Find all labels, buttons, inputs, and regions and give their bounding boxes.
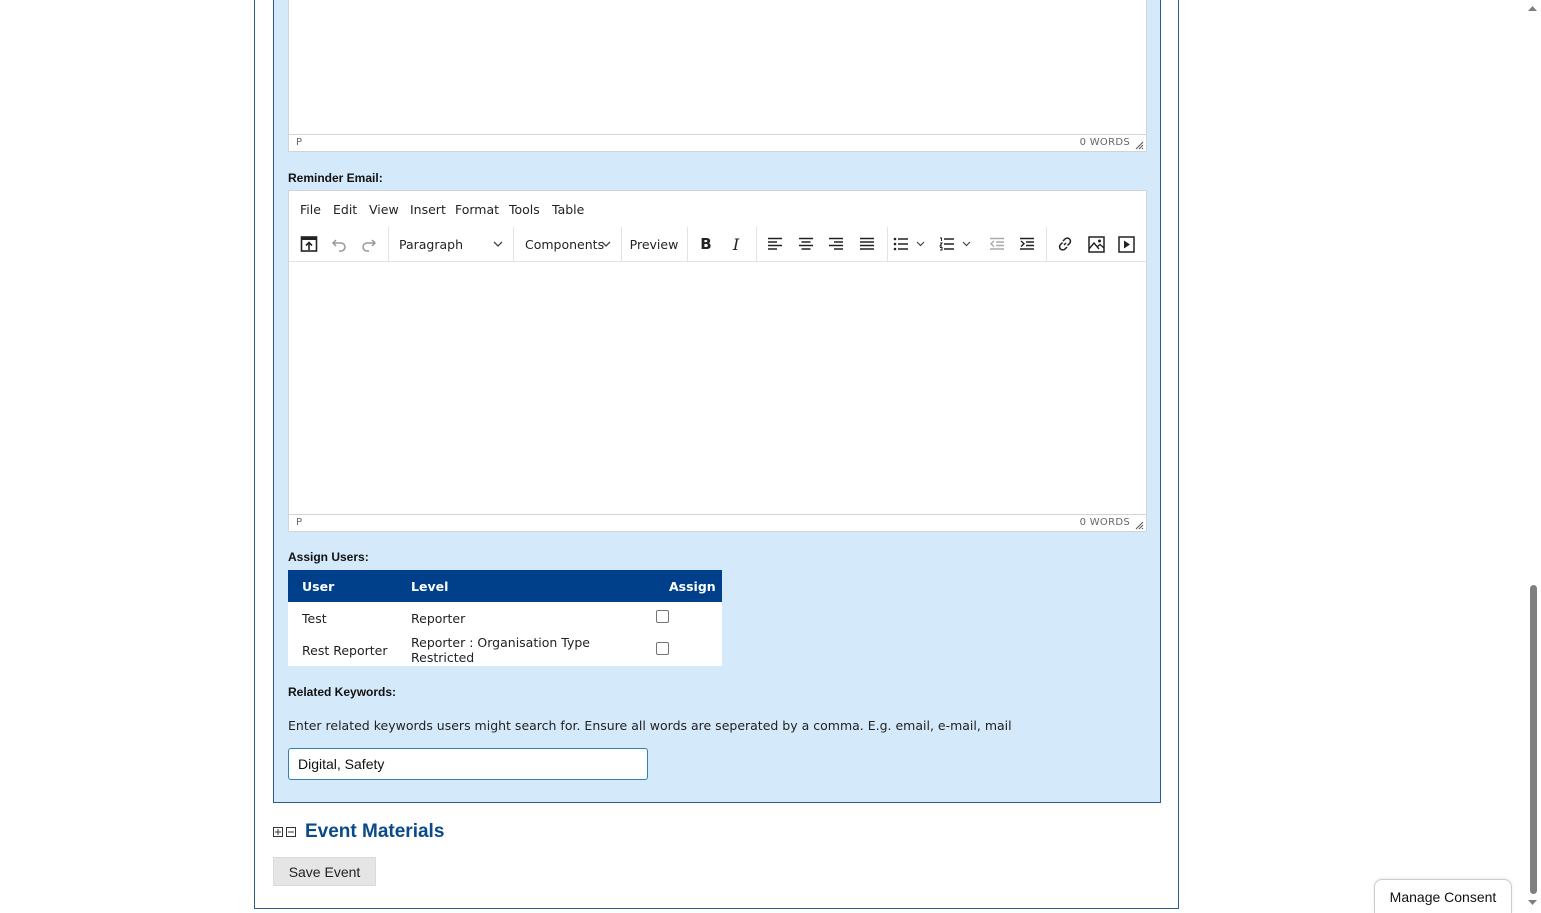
undo-button[interactable] [326, 231, 352, 257]
menu-edit[interactable]: Edit [333, 202, 357, 217]
justify-button[interactable] [854, 231, 880, 257]
table-row: Rest Reporter Reporter : Organisation Ty… [288, 634, 722, 666]
toolbar-separator [1046, 227, 1047, 261]
toolbar-separator [621, 227, 622, 261]
numbered-list-icon [939, 237, 954, 251]
resize-handle-icon[interactable] [1135, 141, 1144, 150]
outdent-icon [989, 237, 1004, 250]
column-header-level: Level [397, 570, 655, 602]
table-row: Test Reporter [288, 602, 722, 634]
indent-icon [1020, 237, 1034, 250]
editor-statusbar: P 0 WORDS [289, 514, 1146, 531]
collapse-icon[interactable] [286, 827, 296, 837]
element-path[interactable]: P [296, 517, 302, 528]
menu-table[interactable]: Table [552, 202, 584, 217]
insert-link-button[interactable] [1052, 231, 1078, 257]
save-event-button[interactable]: Save Event [273, 857, 376, 886]
toolbar-separator [756, 227, 757, 261]
insert-image-button[interactable] [1083, 231, 1109, 257]
insert-media-button[interactable] [1113, 231, 1139, 257]
bold-icon: B [700, 235, 712, 253]
image-icon [1087, 235, 1105, 253]
keywords-help-text: Enter related keywords users might searc… [288, 718, 1012, 733]
media-icon [1117, 235, 1135, 253]
numbered-list-button[interactable] [939, 231, 981, 257]
assign-users-label: Assign Users: [288, 550, 369, 564]
expand-icon[interactable] [273, 827, 283, 837]
assign-cell [655, 602, 722, 634]
editor-toolbar: Paragraph Components Preview B I [289, 227, 1146, 262]
toolbar-separator [887, 227, 888, 261]
manage-consent-button[interactable]: Manage Consent [1374, 879, 1512, 913]
align-center-icon [799, 237, 813, 250]
redo-button[interactable] [356, 231, 382, 257]
menu-view[interactable]: View [369, 202, 399, 217]
preview-label: Preview [629, 236, 679, 252]
event-materials-header: Event Materials [273, 820, 444, 844]
column-header-assign: Assign [655, 570, 722, 602]
align-right-icon [829, 237, 843, 250]
italic-icon: I [732, 234, 740, 254]
element-path[interactable]: P [296, 137, 302, 148]
reminder-email-editor: File Edit View Insert Format Tools Table… [288, 190, 1147, 532]
assign-checkbox[interactable] [656, 610, 669, 623]
indent-button[interactable] [1014, 231, 1040, 257]
components-select[interactable]: Components [514, 231, 621, 257]
related-keywords-input[interactable] [288, 748, 648, 780]
align-right-button[interactable] [823, 231, 849, 257]
reminder-email-body[interactable] [289, 262, 1146, 514]
scroll-down-icon [1528, 900, 1537, 905]
align-center-button[interactable] [793, 231, 819, 257]
assign-users-table: User Level Assign Test Reporter Rest Rep… [288, 570, 722, 666]
bold-button[interactable]: B [693, 231, 719, 257]
block-format-value: Paragraph [399, 236, 464, 252]
upload-template-button[interactable] [296, 231, 322, 257]
resize-handle-icon[interactable] [1135, 521, 1144, 530]
assign-cell [655, 634, 722, 666]
word-count[interactable]: 0 WORDS [1080, 137, 1130, 148]
user-name: Rest Reporter [302, 642, 388, 658]
column-header-user: User [288, 570, 397, 602]
chevron-down-icon [916, 241, 925, 247]
preview-button[interactable]: Preview [624, 231, 684, 257]
chevron-down-icon [962, 241, 971, 247]
menu-file[interactable]: File [300, 202, 321, 217]
bullet-list-button[interactable] [893, 231, 935, 257]
scrollbar-thumb[interactable] [1530, 585, 1537, 894]
link-icon [1058, 237, 1072, 251]
outdent-button[interactable] [984, 231, 1010, 257]
editor-statusbar: P 0 WORDS [289, 134, 1146, 151]
undo-icon [331, 239, 346, 252]
italic-button[interactable]: I [723, 231, 749, 257]
reminder-email-label: Reminder Email: [288, 171, 383, 185]
align-left-icon [768, 237, 782, 250]
user-level: Reporter [411, 610, 466, 626]
toolbar-separator [687, 227, 688, 261]
justify-icon [860, 237, 874, 250]
align-left-button[interactable] [762, 231, 788, 257]
user-name: Test [302, 610, 327, 626]
editor-menubar: File Edit View Insert Format Tools Table [289, 191, 1146, 227]
previous-email-editor[interactable]: P 0 WORDS [288, 0, 1147, 152]
table-header-row: User Level Assign [288, 570, 722, 602]
word-count[interactable]: 0 WORDS [1080, 517, 1130, 528]
user-level: Reporter : Organisation Type Restricted [411, 635, 590, 665]
components-label: Components [525, 236, 605, 252]
chevron-down-icon [601, 241, 611, 247]
related-keywords-label: Related Keywords: [288, 685, 397, 699]
menu-insert[interactable]: Insert [410, 202, 446, 217]
event-materials-title[interactable]: Event Materials [305, 821, 444, 843]
assign-checkbox[interactable] [656, 642, 669, 655]
menu-format[interactable]: Format [455, 202, 499, 217]
redo-icon [362, 239, 377, 252]
upload-icon [300, 236, 318, 252]
bullet-list-icon [893, 237, 908, 251]
chevron-down-icon [493, 241, 503, 247]
menu-tools[interactable]: Tools [509, 202, 540, 217]
scroll-up-icon [1528, 6, 1537, 11]
block-format-select[interactable]: Paragraph [389, 231, 513, 257]
